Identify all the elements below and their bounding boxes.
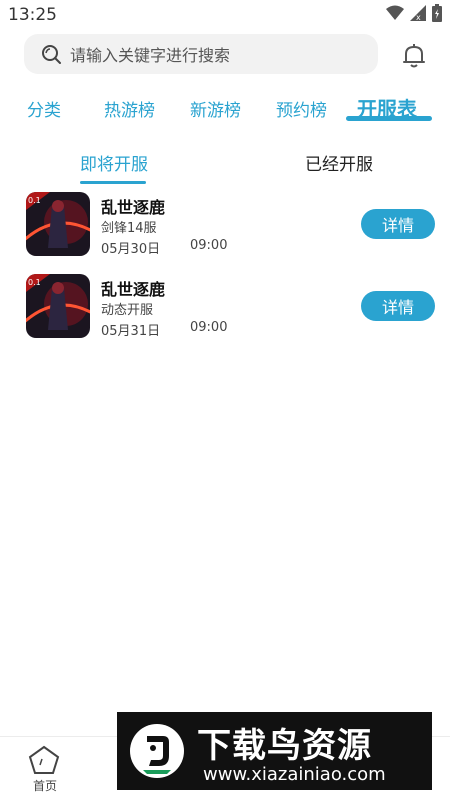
tab-hot[interactable]: 热游榜 bbox=[104, 96, 155, 121]
bell-icon[interactable] bbox=[400, 42, 428, 70]
status-time: 13:25 bbox=[8, 5, 57, 25]
server-list: 0.1 乱世逐鹿 剑锋14服 05月30日 09:00 详情 0.1 乱世逐鹿 … bbox=[0, 190, 450, 354]
status-bar: 13:25 x bbox=[0, 0, 450, 30]
search-input[interactable]: 请输入关键字进行搜索 bbox=[24, 34, 378, 74]
search-icon bbox=[42, 45, 61, 64]
search-placeholder: 请输入关键字进行搜索 bbox=[70, 46, 231, 65]
active-tab-indicator bbox=[346, 116, 432, 121]
subtab-upcoming[interactable]: 即将开服 bbox=[80, 150, 148, 175]
sub-tabs: 即将开服 已经开服 bbox=[0, 146, 450, 186]
svg-text:x: x bbox=[416, 13, 421, 21]
detail-button[interactable]: 详情 bbox=[361, 209, 435, 239]
signal-icon: x bbox=[410, 5, 426, 21]
list-item[interactable]: 0.1 乱世逐鹿 剑锋14服 05月30日 09:00 详情 bbox=[0, 190, 450, 272]
watermark-banner: 下载鸟资源 www.xiazainiao.com bbox=[117, 712, 432, 790]
watermark-title: 下载鸟资源 bbox=[197, 726, 372, 766]
subtab-opened[interactable]: 已经开服 bbox=[305, 150, 373, 175]
open-time: 09:00 bbox=[190, 238, 228, 253]
nav-label-home: 首页 bbox=[33, 779, 58, 793]
bird-logo-icon bbox=[130, 724, 184, 778]
watermark-url: www.xiazainiao.com bbox=[203, 764, 386, 785]
server-name: 剑锋14服 bbox=[101, 221, 157, 236]
subtab-indicator bbox=[80, 181, 146, 184]
game-icon: 0.1 bbox=[26, 274, 90, 338]
top-tabs: 分类 热游榜 新游榜 预约榜 开服表 bbox=[0, 92, 450, 128]
wifi-icon bbox=[386, 5, 404, 20]
server-name: 动态开服 bbox=[101, 303, 154, 318]
svg-text:0.1: 0.1 bbox=[28, 196, 41, 205]
open-date: 05月31日 bbox=[101, 324, 161, 339]
open-date: 05月30日 bbox=[101, 242, 161, 257]
battery-icon bbox=[432, 4, 442, 22]
game-name: 乱世逐鹿 bbox=[101, 198, 166, 217]
tab-category[interactable]: 分类 bbox=[27, 96, 61, 121]
tab-reserve[interactable]: 预约榜 bbox=[276, 96, 327, 121]
detail-button[interactable]: 详情 bbox=[361, 291, 435, 321]
game-icon: 0.1 bbox=[26, 192, 90, 256]
status-icons: x bbox=[386, 4, 442, 22]
svg-text:0.1: 0.1 bbox=[28, 278, 41, 287]
open-time: 09:00 bbox=[190, 320, 228, 335]
list-item[interactable]: 0.1 乱世逐鹿 动态开服 05月31日 09:00 详情 bbox=[0, 272, 450, 354]
game-name: 乱世逐鹿 bbox=[101, 280, 166, 299]
tab-new[interactable]: 新游榜 bbox=[190, 96, 241, 121]
home-icon bbox=[28, 745, 60, 774]
